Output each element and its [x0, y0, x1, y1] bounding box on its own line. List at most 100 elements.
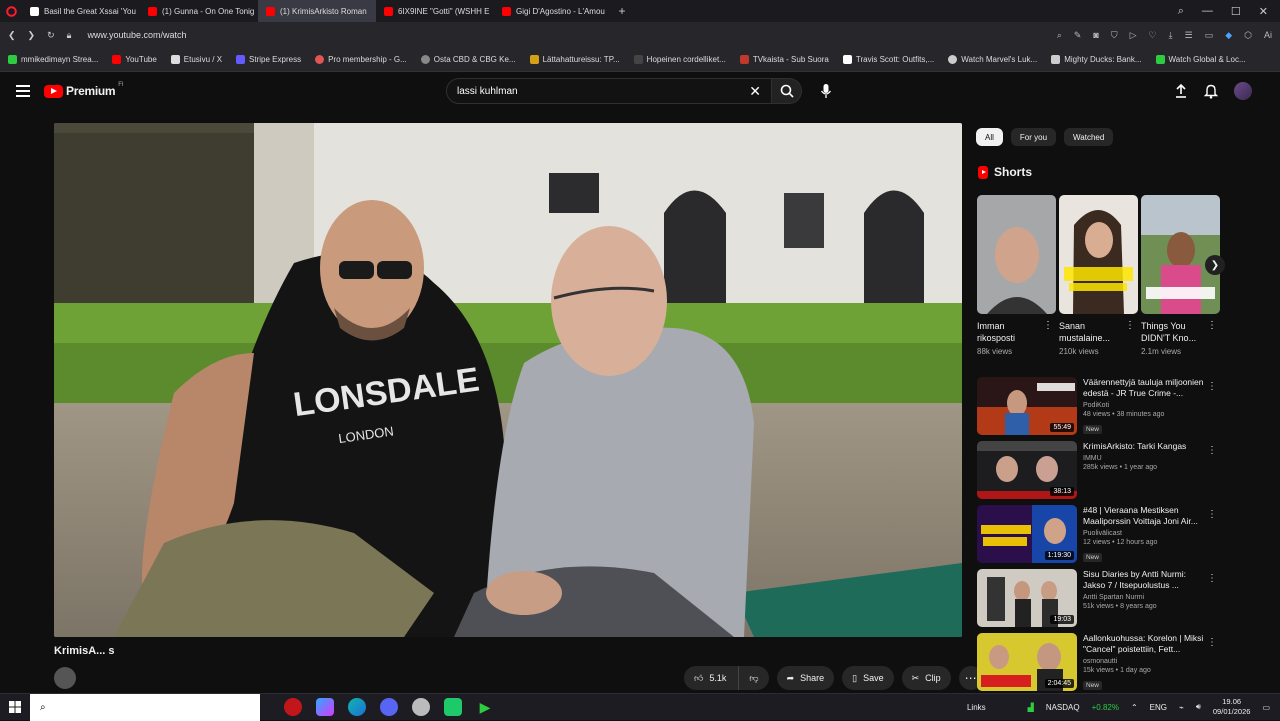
list-item[interactable]: 55:49 Väärennettyjä tauluja miljoonien e… [977, 377, 1223, 441]
search-input[interactable]: lassi kuhlman ✕ [446, 78, 772, 104]
list-item[interactable]: 19:03 Sisu Diaries by Antti Nurmi: Jakso… [977, 569, 1223, 633]
share-button[interactable]: ➦ Share [776, 666, 835, 690]
browser-tab[interactable]: 6IX9INE "Gotti" (WSHH E [376, 0, 494, 22]
bookmark-item[interactable]: Watch Marvel's Luk... [948, 55, 1037, 64]
channel-name[interactable]: PodiKoti [1083, 402, 1209, 409]
dislike-button[interactable]: 👎︎ [738, 666, 769, 690]
links-toolbar[interactable]: Links [967, 703, 986, 712]
video-thumbnail[interactable]: 2:04:45 [977, 633, 1077, 691]
bookmark-item[interactable]: Osta CBD & CBG Ke... [420, 55, 516, 64]
browser-tab[interactable]: Gigi D'Agostino - L'Amou [494, 0, 612, 22]
network-icon[interactable]: ⌁ [1179, 703, 1184, 712]
back-icon[interactable]: ❮ [8, 30, 16, 41]
bookmark-item[interactable]: Hopeinen cordelliket... [633, 55, 726, 64]
chat-taskbar-icon[interactable] [444, 698, 462, 716]
menu-lines-icon[interactable]: ☰ [1185, 30, 1193, 41]
opera-logo-icon[interactable] [0, 5, 22, 17]
play-icon[interactable]: ▷ [1130, 30, 1137, 41]
video-menu-icon[interactable]: ⋮ [1207, 637, 1217, 648]
minimize-icon[interactable]: — [1202, 5, 1213, 18]
edit-icon[interactable]: ✎ [1074, 30, 1082, 41]
video-thumbnail[interactable]: 19:03 [977, 569, 1077, 627]
browser-tab[interactable]: (1) Gunna - On One Tonig [140, 0, 258, 22]
download-icon[interactable]: ⤓ [1169, 30, 1173, 41]
bookmark-item[interactable]: Lättahattureissu: TP... [529, 55, 620, 64]
shorts-next-button[interactable]: ❯ [1205, 255, 1225, 275]
video-menu-icon[interactable]: ⋮ [1207, 445, 1217, 456]
short-menu-icon[interactable]: ⋮ [1043, 320, 1053, 332]
heart-icon[interactable]: ♡ [1149, 30, 1157, 41]
bookmark-item[interactable]: Mighty Ducks: Bank... [1051, 55, 1142, 64]
discord-taskbar-icon[interactable] [380, 698, 398, 716]
app-taskbar-icon[interactable] [412, 698, 430, 716]
zoom-icon[interactable]: ⌕ [1057, 30, 1062, 41]
notifications-bell-icon[interactable] [1204, 83, 1218, 99]
tray-chevron-icon[interactable]: ⌃ [1131, 703, 1138, 712]
save-button[interactable]: ▯ Save [842, 666, 894, 690]
clear-search-icon[interactable]: ✕ [749, 83, 761, 100]
url-field[interactable]: www.youtube.com/watch [87, 30, 186, 40]
account-avatar[interactable] [1234, 82, 1252, 100]
bookmark-item[interactable]: Stripe Express [236, 55, 301, 64]
photos-taskbar-icon[interactable] [316, 698, 334, 716]
voice-search-button[interactable] [816, 81, 836, 101]
bookmark-item[interactable]: mmikedimayn Strea... [8, 55, 98, 64]
short-menu-icon[interactable]: ⋮ [1207, 320, 1217, 332]
like-button[interactable]: 👍︎ 5.1k [684, 666, 739, 690]
channel-name[interactable]: IMMU [1083, 455, 1209, 462]
bookmark-item[interactable]: Travis Scott: Outfits,... [842, 55, 934, 64]
short-menu-icon[interactable]: ⋮ [1125, 320, 1135, 332]
short-item[interactable]: Things You DIDN'T Kno... ⋮ 2.1m views [1141, 195, 1220, 356]
ai-icon[interactable]: Ai [1264, 30, 1272, 41]
edge-taskbar-icon[interactable] [348, 698, 366, 716]
stock-ticker[interactable]: NASDAQ [1046, 703, 1080, 712]
clip-button[interactable]: ✂ Clip [901, 666, 951, 690]
list-item[interactable]: 2:04:45 Aallonkuohussa: Korelon | Miksi … [977, 633, 1223, 697]
short-thumbnail[interactable] [1141, 195, 1220, 314]
notifications-icon[interactable]: ▭ [1262, 703, 1270, 712]
youtube-premium-logo[interactable]: Premium FI [44, 82, 124, 98]
system-clock[interactable]: 19.06 09/01/2026 [1213, 697, 1251, 717]
video-menu-icon[interactable]: ⋮ [1207, 573, 1217, 584]
chip-all[interactable]: All [976, 128, 1003, 146]
shield-icon[interactable]: ⛉ [1111, 30, 1118, 41]
video-thumbnail[interactable]: 55:49 [977, 377, 1077, 435]
opera-taskbar-icon[interactable] [284, 698, 302, 716]
list-item[interactable]: 1:19:30 #48 | Vieraana Mestiksen Maalipo… [977, 505, 1223, 569]
channel-avatar[interactable] [54, 667, 76, 689]
channel-name[interactable]: osmonautti [1083, 658, 1209, 665]
short-item[interactable]: Sanan mustalaine... ⋮ 210k views [1059, 195, 1138, 356]
upload-icon[interactable] [1174, 83, 1188, 99]
windows-start-button[interactable] [0, 701, 30, 713]
short-item[interactable]: Imman rikosposti ⋮ 88k views [977, 195, 1056, 356]
short-thumbnail[interactable] [977, 195, 1056, 314]
video-menu-icon[interactable]: ⋮ [1207, 381, 1217, 392]
browser-tab[interactable]: Basil the Great Xssai 'You× [22, 0, 140, 22]
chip-watched[interactable]: Watched [1064, 128, 1114, 146]
language-indicator[interactable]: ENG [1150, 703, 1167, 712]
video-player[interactable]: LONSDALE LONDON [54, 123, 962, 637]
search-button[interactable] [772, 78, 802, 104]
extension-icon[interactable]: ◆ [1225, 30, 1232, 41]
taskbar-search-box[interactable]: ⌕ [30, 693, 260, 721]
bookmark-item[interactable]: Pro membership - G... [315, 55, 407, 64]
play-taskbar-icon[interactable]: ▶ [476, 698, 494, 716]
list-item[interactable]: 38:13 KrimisArkisto: Tarki Kangas IMMU 2… [977, 441, 1223, 505]
video-thumbnail[interactable]: 38:13 [977, 441, 1077, 499]
browser-tab-active[interactable]: (1) KrimisArkisto Roman [258, 0, 376, 22]
wallet-icon[interactable]: ▭ [1205, 30, 1214, 41]
forward-icon[interactable]: ❯ [28, 30, 36, 41]
video-menu-icon[interactable]: ⋮ [1207, 509, 1217, 520]
bookmark-item[interactable]: YouTube [112, 55, 157, 64]
chip-for-you[interactable]: For you [1010, 128, 1057, 146]
bookmark-item[interactable]: Watch Global & Loc... [1155, 55, 1246, 64]
short-thumbnail[interactable] [1059, 195, 1138, 314]
hamburger-menu-icon[interactable] [16, 85, 30, 97]
bookmark-item[interactable]: Etusivu / X [170, 55, 222, 64]
volume-icon[interactable]: 🔊︎ [1196, 702, 1201, 712]
maximize-icon[interactable]: ☐ [1231, 5, 1241, 18]
close-window-icon[interactable]: ✕ [1259, 5, 1268, 18]
cube-icon[interactable]: ⬡ [1244, 30, 1252, 41]
new-tab-button[interactable]: + [612, 4, 632, 18]
bookmark-item[interactable]: TVkaista - Sub Suora [739, 55, 829, 64]
